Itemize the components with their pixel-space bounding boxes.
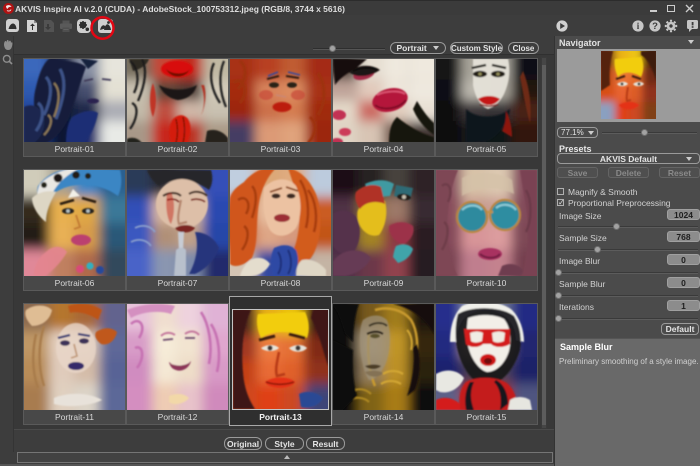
svg-text:?: ?	[652, 21, 658, 32]
